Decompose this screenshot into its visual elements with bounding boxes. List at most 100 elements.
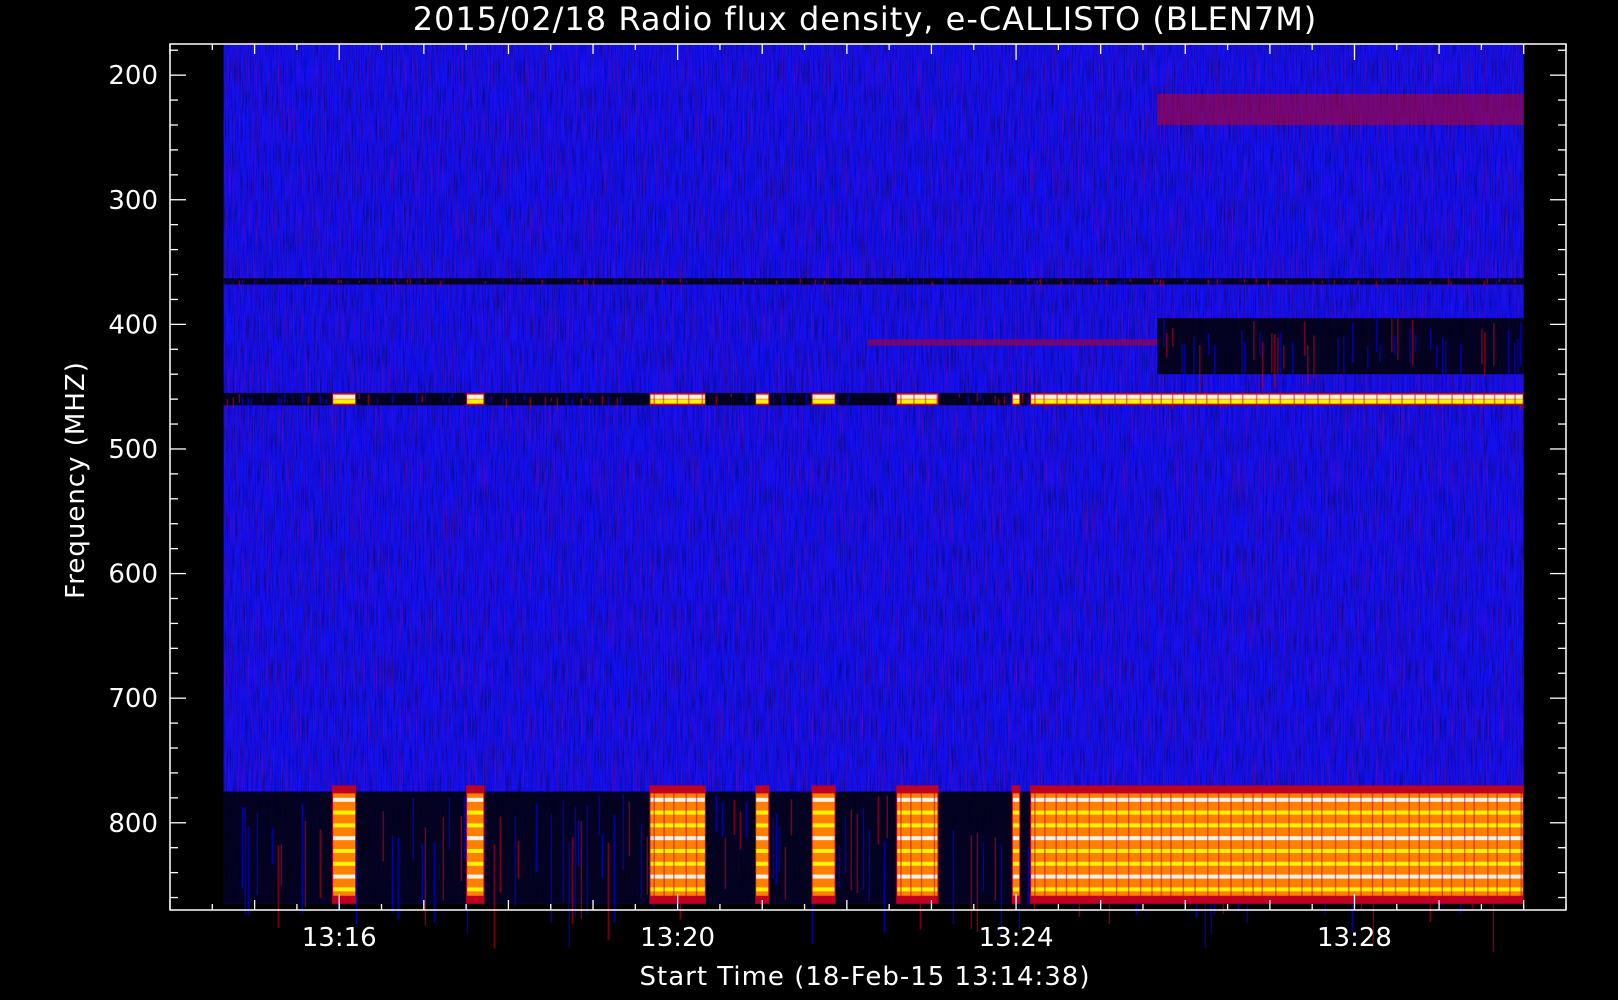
band-texture — [1460, 344, 1462, 391]
burst-striation — [1044, 785, 1046, 904]
band-texture — [493, 844, 496, 949]
spectrogram-plot-area — [170, 44, 1566, 952]
band-texture — [874, 279, 877, 282]
band-texture — [814, 279, 817, 286]
band-texture — [223, 280, 226, 286]
burst-core — [1012, 861, 1020, 866]
burst-striation — [913, 392, 915, 406]
band-texture — [556, 397, 559, 410]
band-texture — [301, 803, 304, 914]
band-texture — [283, 393, 286, 404]
burst-striation — [1160, 392, 1163, 406]
band-texture — [1517, 338, 1519, 377]
burst-striation — [1100, 392, 1103, 406]
burst-striation — [1340, 392, 1342, 406]
burst-striation — [1473, 785, 1475, 904]
burst-striation — [1408, 785, 1410, 904]
burst-core — [812, 861, 835, 866]
band-texture — [298, 279, 301, 286]
burst-striation — [1520, 785, 1522, 904]
band-texture — [1484, 332, 1486, 377]
y-tick-label: 800 — [108, 809, 158, 839]
band-texture — [1508, 329, 1510, 378]
burst-core — [1012, 399, 1020, 404]
burst-core — [897, 823, 938, 828]
band-texture — [1033, 281, 1036, 288]
band-texture — [1163, 318, 1165, 347]
band-texture — [412, 797, 415, 861]
band-texture — [1012, 281, 1015, 286]
burst-striation — [936, 392, 938, 406]
band-texture — [1208, 333, 1210, 356]
y-tick-label: 600 — [108, 560, 158, 590]
burst-striation — [1125, 392, 1128, 406]
band-texture — [967, 395, 970, 405]
band-texture — [1285, 280, 1288, 283]
burst-striation — [900, 785, 902, 904]
burst-core — [756, 861, 769, 866]
burst-striation — [924, 392, 927, 406]
band-texture — [304, 821, 307, 908]
band-texture — [745, 393, 748, 403]
band-texture — [607, 396, 610, 406]
band-texture — [394, 281, 397, 286]
band-texture — [1342, 279, 1345, 286]
band-texture — [226, 399, 229, 409]
burst-striation — [1268, 392, 1271, 406]
band-texture — [421, 395, 424, 403]
band-texture — [463, 796, 466, 860]
band-texture — [646, 836, 649, 896]
band-texture — [1384, 281, 1387, 285]
band-texture — [907, 278, 910, 282]
burst-striation — [1352, 392, 1355, 406]
band-texture — [883, 841, 886, 933]
burst-striation — [1102, 785, 1104, 904]
burst-striation — [687, 392, 690, 406]
burst-core — [897, 797, 938, 802]
band-texture — [307, 279, 310, 285]
band-texture — [1411, 281, 1414, 288]
burst-core — [812, 823, 835, 828]
band-texture — [772, 394, 775, 404]
band-texture — [1514, 342, 1516, 394]
burst-striation — [1414, 392, 1416, 406]
y-tick-label: 500 — [108, 435, 158, 465]
burst-core — [812, 836, 835, 841]
burst-striation — [1496, 785, 1498, 904]
burst-core — [812, 848, 835, 853]
burst-striation — [1471, 392, 1474, 406]
burst-striation — [1321, 785, 1323, 904]
band-texture — [574, 807, 577, 917]
burst-striation — [1183, 392, 1185, 406]
band-texture — [271, 827, 274, 865]
band-texture — [1009, 279, 1012, 285]
band-texture — [637, 279, 640, 284]
band-texture — [1003, 395, 1006, 405]
band-texture — [1123, 279, 1126, 284]
band-texture — [541, 279, 544, 285]
band-texture — [1312, 280, 1315, 286]
band-texture — [280, 844, 283, 886]
band-texture — [277, 398, 280, 410]
band-texture — [1199, 344, 1201, 394]
burst-striation — [1424, 392, 1427, 406]
band-texture — [319, 829, 322, 898]
x-tick-label: 13:24 — [979, 923, 1054, 953]
band-texture — [577, 821, 580, 867]
band-texture — [1363, 280, 1366, 287]
band-texture — [1072, 280, 1075, 286]
band-texture — [946, 280, 949, 286]
burst-core — [897, 848, 938, 853]
band-texture — [1093, 279, 1096, 283]
burst-striation — [1076, 392, 1078, 406]
band-texture — [784, 279, 787, 286]
burst-striation — [1382, 785, 1384, 904]
band-texture — [679, 278, 682, 283]
band-texture — [442, 817, 445, 901]
burst-striation — [933, 785, 936, 904]
band-texture — [571, 837, 574, 924]
burst-striation — [1304, 392, 1306, 406]
band-texture — [490, 395, 493, 403]
band-texture — [931, 281, 934, 287]
band-texture — [571, 280, 574, 285]
